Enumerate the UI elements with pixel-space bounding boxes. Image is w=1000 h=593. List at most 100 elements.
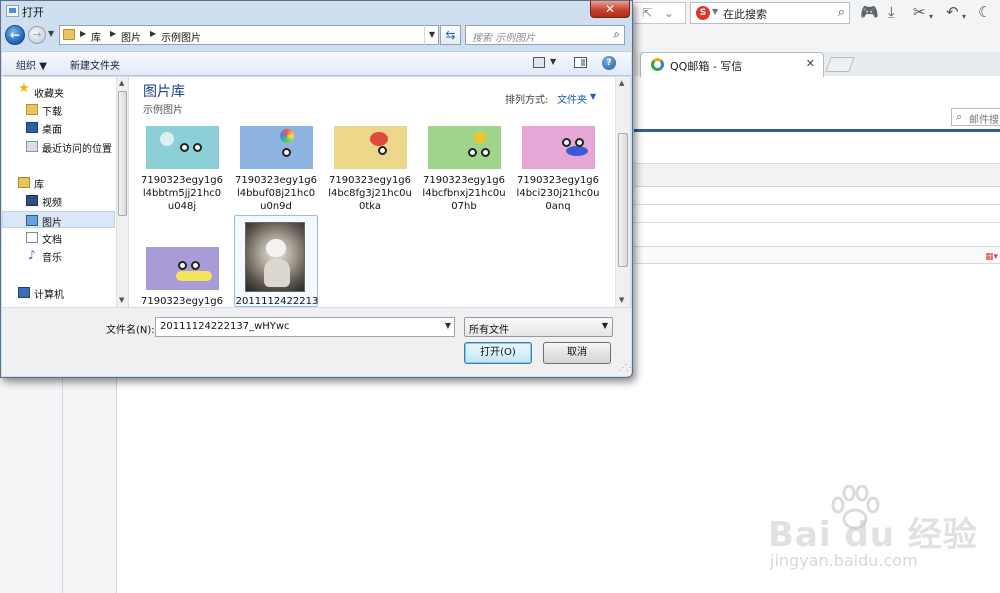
color-grid-icon[interactable]: ▦▾ <box>985 252 998 262</box>
arrow-left-icon: ← <box>9 28 21 42</box>
scissors-icon[interactable]: ✂ <box>913 3 926 21</box>
help-icon[interactable]: ? <box>602 56 616 70</box>
mail-search-input[interactable]: 邮件搜 <box>969 111 999 126</box>
chevron-down-icon[interactable]: ▾ <box>929 8 933 26</box>
watermark-url: jingyan.baidu.com <box>770 551 918 570</box>
arrange-by-dropdown[interactable]: 文件夹 <box>557 91 587 106</box>
nav-item-recent-places[interactable]: 最近访问的位置 <box>2 138 115 155</box>
breadcrumb-library[interactable]: 库 <box>91 29 101 44</box>
file-list-pane: 图片库 示例图片 排列方式: 文件夹 ▼ 7190323egy1g6l4bbtm… <box>129 77 615 307</box>
open-file-dialog: 打开 ✕ ← → ▼ ▶ 库 ▶ 图片 ▶ 示例图片 ▼ ⇆ 搜索 示例图片 ⌕… <box>0 0 633 378</box>
organize-menu[interactable]: 组织 ▼ <box>16 57 47 72</box>
share-icon[interactable]: ⇱ <box>642 6 652 20</box>
file-item-selected[interactable]: 2011112422213 <box>234 215 318 307</box>
browser-address-bar-end[interactable]: ⇱ ⌄ <box>634 2 686 24</box>
breadcrumb-arrow-icon[interactable]: ▶ <box>150 29 156 38</box>
file-item[interactable]: 7190323egy1g6l4bci230j21hc0u0anq <box>516 122 600 215</box>
cancel-button[interactable]: 取消 <box>543 342 611 364</box>
file-type-select[interactable]: 所有文件 ▼ <box>464 317 613 337</box>
nav-item-desktop[interactable]: 桌面 <box>2 119 115 136</box>
download-icon[interactable]: ⤓ <box>888 3 895 21</box>
address-history-dropdown[interactable]: ▼ <box>424 25 439 45</box>
browser-favicon-icon <box>651 58 664 71</box>
refresh-icon: ⇆ <box>445 28 456 42</box>
recent-locations-dropdown[interactable]: ▼ <box>48 29 54 38</box>
search-icon[interactable]: ⌕ <box>613 27 620 42</box>
search-icon[interactable]: ⌕ <box>838 5 845 20</box>
search-engine-logo-icon[interactable]: S <box>696 6 710 20</box>
nav-item-favorites[interactable]: ★ 收藏夹 <box>2 82 115 100</box>
scroll-up-icon[interactable]: ▲ <box>619 79 624 87</box>
folder-search-input[interactable]: 搜索 示例图片 <box>472 29 535 44</box>
breadcrumb-arrow-icon[interactable]: ▶ <box>80 29 86 38</box>
mail-search-box[interactable]: ⌕ 邮件搜 <box>951 108 1000 126</box>
nav-label: 视频 <box>42 198 62 209</box>
file-item[interactable]: 7190323egy1g6l4bc8fg3j21hc0u0tka <box>328 122 412 215</box>
mail-toolbar-band <box>634 163 1000 187</box>
scroll-down-icon[interactable]: ▼ <box>619 296 624 304</box>
address-bar[interactable]: ▶ 库 ▶ 图片 ▶ 示例图片 <box>59 25 439 45</box>
close-icon[interactable]: ✕ <box>806 57 815 70</box>
computer-icon <box>18 287 30 298</box>
file-list-scrollbar[interactable]: ▲ ▼ <box>615 77 630 307</box>
image-thumbnail <box>428 126 501 169</box>
forward-button[interactable]: → <box>28 26 46 44</box>
chevron-down-icon[interactable]: ▼ <box>445 321 451 330</box>
filename-value[interactable]: 20111124222137_wHYwc <box>160 321 290 332</box>
open-button[interactable]: 打开(O) <box>464 342 532 364</box>
chevron-down-icon[interactable]: ▼ <box>590 92 596 101</box>
new-folder-button[interactable]: 新建文件夹 <box>70 57 120 72</box>
breadcrumb-arrow-icon[interactable]: ▶ <box>110 29 116 38</box>
back-button[interactable]: ← <box>5 25 25 45</box>
nav-label: 库 <box>34 180 44 191</box>
browser-search-box[interactable]: S ▼ 在此搜索 ⌕ <box>690 2 850 24</box>
folder-search-box[interactable]: 搜索 示例图片 ⌕ <box>465 25 625 45</box>
nav-item-libraries[interactable]: 库 <box>2 174 115 191</box>
refresh-button[interactable]: ⇆ <box>440 25 461 45</box>
file-item[interactable]: 7190323egy1g6l4bbuf08j21hc0u0n9d <box>234 122 318 215</box>
change-view-icon[interactable] <box>533 57 545 68</box>
scrollbar-thumb[interactable] <box>618 133 628 267</box>
game-controller-icon[interactable]: 🎮 <box>860 3 879 21</box>
undo-icon[interactable]: ↶ <box>946 3 959 21</box>
baidu-jingyan-watermark: Bai du 经验 jingyan.baidu.com <box>768 485 977 575</box>
chevron-down-icon[interactable]: ⌄ <box>664 6 674 20</box>
filename-input[interactable]: 20111124222137_wHYwc ▼ <box>155 317 455 337</box>
nav-item-pictures[interactable]: 图片 <box>2 211 115 229</box>
nav-item-downloads[interactable]: 下载 <box>2 101 115 118</box>
dialog-title: 打开 <box>22 6 44 19</box>
chevron-down-icon[interactable]: ▾ <box>962 8 966 26</box>
breadcrumb-pictures[interactable]: 图片 <box>121 29 141 44</box>
umbrella-decoration <box>370 132 388 146</box>
nav-label: 图片 <box>42 218 62 229</box>
nav-item-music[interactable]: ♪ 音乐 <box>2 247 115 264</box>
scroll-down-icon[interactable]: ▼ <box>119 296 124 304</box>
nav-pane-scrollbar[interactable]: ▲ ▼ <box>116 77 128 307</box>
panda-illustration <box>468 148 496 160</box>
filename-label: 文件名(N): <box>106 325 155 336</box>
documents-library-icon <box>26 232 38 243</box>
night-mode-icon[interactable]: ☾ <box>978 3 991 21</box>
image-thumbnail <box>146 247 219 290</box>
close-button[interactable]: ✕ <box>590 1 630 18</box>
chevron-down-icon: ▼ <box>39 61 47 72</box>
file-item[interactable]: 7190323egy1g6l4bcfbnxj21hc0u07hb <box>422 122 506 215</box>
file-item[interactable]: 7190323egy1g6l4bbtm5jj21hc0u048j <box>140 122 224 215</box>
chevron-down-icon[interactable]: ▼ <box>712 7 718 16</box>
scroll-up-icon[interactable]: ▲ <box>119 79 124 87</box>
preview-pane-icon[interactable] <box>574 57 587 68</box>
scrollbar-thumb[interactable] <box>118 91 127 216</box>
close-icon: ✕ <box>604 2 616 16</box>
resize-grip-icon[interactable]: ⋰⋰ <box>619 363 632 372</box>
view-options-dropdown[interactable]: ▼ <box>550 57 556 66</box>
browser-search-input[interactable]: 在此搜索 <box>723 6 767 22</box>
arrow-right-icon: → <box>32 28 42 41</box>
nav-item-videos[interactable]: 视频 <box>2 192 115 209</box>
arrange-by-label: 排列方式: <box>505 95 549 106</box>
nav-item-documents[interactable]: 文档 <box>2 229 115 246</box>
file-name: 7190323egy1g6l4bcfbnxj21hc0u07hb <box>422 175 506 212</box>
mail-left-sidebar <box>0 378 117 593</box>
nav-item-computer[interactable]: 计算机 <box>2 284 115 301</box>
browser-tab-qqmail[interactable]: QQ邮箱 - 写信 ✕ <box>640 52 824 77</box>
breadcrumb-sample-pictures[interactable]: 示例图片 <box>161 29 201 44</box>
